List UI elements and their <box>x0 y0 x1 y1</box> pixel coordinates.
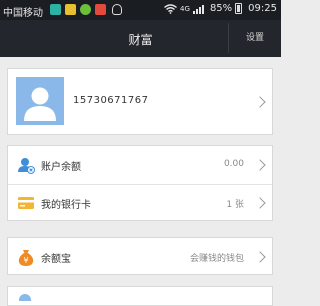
balance-value: 0.00 <box>223 159 244 169</box>
bank-card-label: 我的银行卡 <box>41 200 91 211</box>
yuebao-label: 余额宝 <box>41 254 71 265</box>
header: 财富 设置 <box>0 20 281 57</box>
avatar-icon <box>24 87 56 121</box>
bank-card-row[interactable]: 我的银行卡 1 张 <box>8 184 272 222</box>
avatar[interactable] <box>16 77 64 125</box>
clock: 09:25 <box>248 3 277 14</box>
svg-text:¥: ¥ <box>23 256 28 265</box>
next-card-partial[interactable] <box>7 286 273 306</box>
yuebao-card[interactable]: ¥ 余额宝 会赚钱的钱包 <box>7 237 273 275</box>
app-notification-icon-1 <box>50 4 61 15</box>
chevron-right-icon <box>254 197 266 209</box>
app-notification-icon-2 <box>65 4 76 15</box>
money-bag-icon: ¥ <box>18 250 34 266</box>
settings-button[interactable]: 设置 <box>228 23 281 53</box>
chevron-right-icon <box>254 96 266 108</box>
wifi-icon <box>164 3 177 14</box>
carrier-label: 中国移动 <box>3 8 43 19</box>
bank-card-count: 1 张 <box>226 200 244 210</box>
account-group: 账户余额 0.00 我的银行卡 1 张 <box>7 145 273 221</box>
app-notification-icon-4 <box>95 4 106 15</box>
battery-icon <box>235 3 243 14</box>
account-phone: 15730671767 <box>73 95 149 106</box>
wallet-icon <box>18 158 35 174</box>
status-bar: 中国移动 4G 85% 09:25 <box>0 0 281 20</box>
chevron-right-icon <box>254 159 266 171</box>
balance-row[interactable]: 账户余额 0.00 <box>8 146 272 184</box>
bank-card-icon <box>18 197 34 209</box>
yuebao-row[interactable]: ¥ 余额宝 会赚钱的钱包 <box>8 238 272 276</box>
qq-notification-icon <box>112 4 122 15</box>
battery-percent: 85% <box>209 3 233 14</box>
network-type-label: 4G <box>180 4 190 13</box>
signal-icon <box>192 4 204 14</box>
app-notification-icon-3 <box>80 4 91 15</box>
profile-card[interactable]: 15730671767 <box>7 68 273 135</box>
yuebao-tagline: 会赚钱的钱包 <box>189 254 244 264</box>
chevron-right-icon <box>254 251 266 263</box>
balance-label: 账户余额 <box>41 162 81 173</box>
